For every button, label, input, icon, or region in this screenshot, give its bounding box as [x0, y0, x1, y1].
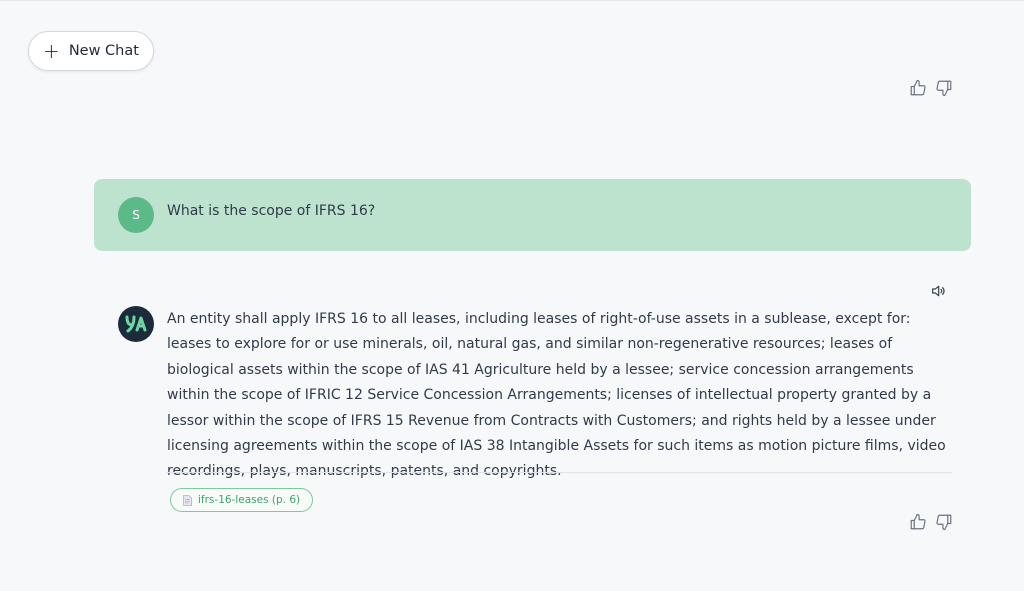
thumbs-down-icon[interactable]: [935, 79, 953, 97]
thumbs-down-icon[interactable]: [935, 513, 953, 531]
divider: [167, 472, 952, 473]
user-message-text: What is the scope of IFRS 16?: [167, 203, 376, 219]
source-citation-label: ifrs-16-leases (p. 6): [198, 494, 301, 506]
new-chat-button[interactable]: + New Chat: [28, 31, 154, 71]
thumbs-up-icon[interactable]: [909, 79, 927, 97]
feedback-top: [909, 79, 953, 97]
assistant-message-text: An entity shall apply IFRS 16 to all lea…: [167, 311, 946, 480]
assistant-logo-icon: [118, 306, 154, 342]
new-chat-label: New Chat: [68, 43, 139, 59]
chat-page: + New Chat S What is the scope of IFRS 1…: [0, 0, 1024, 591]
user-message: S What is the scope of IFRS 16?: [94, 179, 971, 251]
document-icon: [183, 494, 192, 506]
plus-icon: +: [43, 39, 60, 63]
feedback-bottom: [909, 513, 953, 531]
speaker-icon[interactable]: [930, 283, 946, 299]
user-avatar: S: [118, 197, 154, 233]
source-citation-chip[interactable]: ifrs-16-leases (p. 6): [170, 488, 314, 512]
thumbs-up-icon[interactable]: [909, 513, 927, 531]
